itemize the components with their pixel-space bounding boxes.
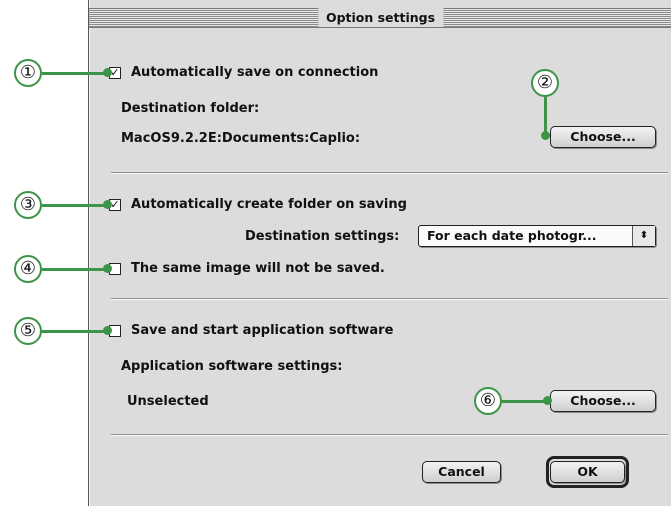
destination-settings-label: Destination settings: (245, 229, 400, 244)
callout-2-dot (541, 131, 550, 140)
destination-folder-path: MacOS9.2.2E:Documents:Caplio: (121, 131, 361, 146)
callout-3-leader (42, 204, 108, 207)
callout-6: ⑥ (474, 387, 502, 415)
separator (111, 434, 668, 436)
callout-4: ④ (14, 255, 42, 283)
callout-5: ⑤ (14, 317, 42, 345)
callout-2: ② (531, 69, 559, 97)
window-title: Option settings (317, 8, 444, 27)
cancel-button[interactable]: Cancel (422, 461, 501, 483)
destination-settings-popup[interactable]: For each date photogr... ⬍ (418, 225, 656, 247)
callout-1-dot (103, 68, 112, 77)
choose-folder-button[interactable]: Choose... (550, 126, 656, 148)
callout-2-leader (544, 97, 547, 133)
separator (111, 172, 668, 174)
callout-1: ① (14, 59, 42, 87)
option-settings-window: Option settings ✓ Automatically save on … (88, 0, 671, 506)
title-bar[interactable]: Option settings (89, 8, 671, 28)
choose-app-button[interactable]: Choose... (550, 390, 656, 412)
save-start-app-label[interactable]: Save and start application software (131, 323, 393, 338)
callout-5-dot (103, 326, 112, 335)
callout-6-leader (502, 400, 549, 403)
callout-5-leader (42, 330, 108, 333)
ok-button[interactable]: OK (550, 461, 625, 483)
callout-4-dot (103, 264, 112, 273)
app-settings-label: Application software settings: (121, 359, 343, 374)
auto-create-folder-label[interactable]: Automatically create folder on saving (131, 197, 407, 212)
callout-1-leader (42, 72, 108, 75)
app-value: Unselected (127, 394, 209, 409)
callout-3-dot (103, 200, 112, 209)
callout-3: ③ (14, 191, 42, 219)
callout-6-dot (543, 396, 552, 405)
same-image-label[interactable]: The same image will not be saved. (131, 261, 385, 276)
popup-arrows-icon: ⬍ (632, 226, 655, 246)
destination-settings-value: For each date photogr... (427, 228, 597, 243)
auto-save-label[interactable]: Automatically save on connection (131, 65, 378, 80)
callout-4-leader (42, 268, 108, 271)
separator (111, 298, 668, 300)
destination-folder-label: Destination folder: (121, 101, 260, 116)
